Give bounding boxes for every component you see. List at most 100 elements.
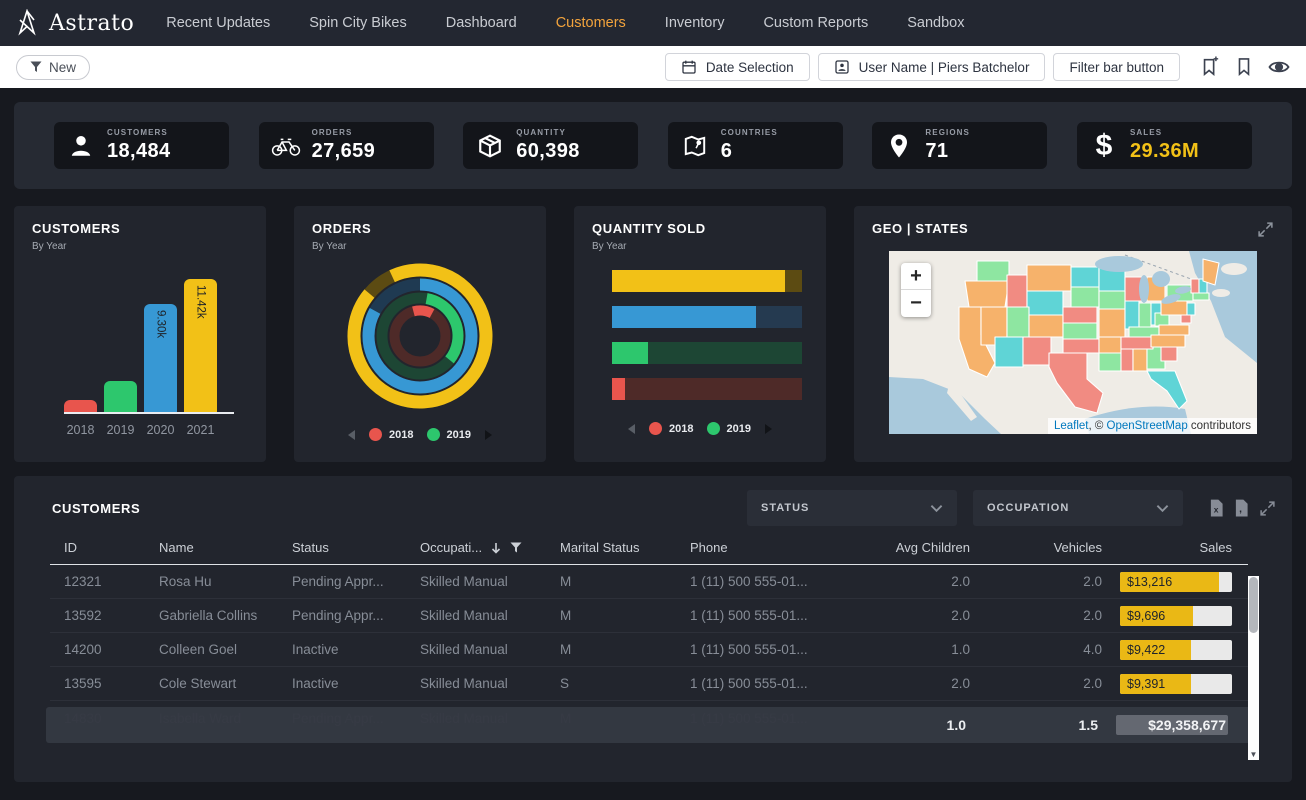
geo-states-panel: GEO | STATES + −: [854, 206, 1292, 462]
table-row[interactable]: 14200 Colleen Goel Inactive Skilled Manu…: [50, 633, 1248, 667]
legend-dot: [427, 428, 440, 441]
brand[interactable]: Astrato: [14, 9, 134, 37]
hbar-2018[interactable]: [612, 378, 802, 400]
hbar-2019[interactable]: [612, 342, 802, 364]
kpi-value: 6: [721, 140, 778, 163]
kpi-sales[interactable]: $ SALES 29.36M: [1077, 122, 1252, 169]
filter-bar-button[interactable]: Filter bar button: [1053, 53, 1180, 81]
us-states-map: [889, 251, 1257, 434]
x-axis-label: 2019: [104, 423, 137, 437]
legend-dot: [649, 422, 662, 435]
excel-export-icon[interactable]: x: [1209, 499, 1224, 517]
sort-desc-icon[interactable]: [491, 542, 501, 554]
totals-row: 1.0 1.5 $29,358,677: [46, 707, 1254, 743]
kpi-quantity[interactable]: QUANTITY 60,398: [463, 122, 638, 169]
bookmark-icon[interactable]: [1235, 56, 1253, 78]
chart-title: CUSTOMERS: [32, 221, 248, 236]
bar-2018[interactable]: [64, 400, 97, 412]
leaflet-link[interactable]: Leaflet: [1054, 420, 1089, 432]
scrollbar-thumb[interactable]: [1249, 577, 1258, 633]
column-filter-icon[interactable]: [510, 542, 522, 553]
occupation-filter-dropdown[interactable]: OCCUPATION: [973, 490, 1183, 526]
legend-item-2018[interactable]: 2018: [369, 428, 413, 441]
total-vehicles: 1.5: [972, 717, 1104, 733]
date-selection-button[interactable]: Date Selection: [665, 53, 810, 81]
bookmark-add-icon[interactable]: [1200, 56, 1220, 78]
leaflet-map[interactable]: + −: [889, 251, 1257, 434]
astrato-logo-icon: [14, 9, 40, 37]
legend-next-arrow[interactable]: [484, 429, 493, 441]
table-row[interactable]: 12321 Rosa Hu Pending Appr... Skilled Ma…: [50, 565, 1248, 599]
osm-link[interactable]: OpenStreetMap: [1107, 420, 1188, 432]
kpi-orders[interactable]: ORDERS 27,659: [259, 122, 434, 169]
table-row[interactable]: 13592 Gabriella Collins Pending Appr... …: [50, 599, 1248, 633]
nav-item-recent-updates[interactable]: Recent Updates: [166, 15, 270, 31]
kpi-value: 18,484: [107, 140, 171, 163]
quantity-legend: 2018 2019: [592, 422, 808, 435]
zoom-in-button[interactable]: +: [901, 263, 931, 290]
hbar-2020[interactable]: [612, 306, 802, 328]
col-marital[interactable]: Marital Status: [546, 526, 676, 564]
table-title: CUSTOMERS: [52, 501, 140, 516]
x-axis-label: 2020: [144, 423, 177, 437]
dollar-icon: $: [1089, 131, 1119, 161]
kpi-value: 71: [925, 140, 970, 163]
col-occupation[interactable]: Occupati...: [406, 526, 546, 564]
map-zoom-control: + −: [901, 263, 931, 317]
legend-prev-arrow[interactable]: [347, 429, 356, 441]
chevron-down-icon: [930, 504, 943, 513]
bar-2020[interactable]: 9.30k: [144, 304, 177, 412]
sales-bar: $13,216: [1120, 572, 1232, 592]
table-row[interactable]: 13595 Cole Stewart Inactive Skilled Manu…: [50, 667, 1248, 701]
col-sales[interactable]: Sales: [1108, 526, 1248, 564]
legend-dot: [707, 422, 720, 435]
donut-ring-2019: [376, 292, 464, 380]
filter-toolbar: New Date Selection User Name | Piers Bat…: [0, 46, 1306, 88]
zoom-out-button[interactable]: −: [901, 290, 931, 317]
hbar-2021[interactable]: [612, 270, 802, 292]
chart-title: ORDERS: [312, 221, 528, 236]
col-phone[interactable]: Phone: [676, 526, 848, 564]
nav-item-inventory[interactable]: Inventory: [665, 15, 725, 31]
kpi-countries[interactable]: COUNTRIES 6: [668, 122, 843, 169]
legend-next-arrow[interactable]: [764, 423, 773, 435]
bar-value-label: 9.30k: [155, 310, 167, 338]
nav-item-spin-city-bikes[interactable]: Spin City Bikes: [309, 15, 407, 31]
bar-2021[interactable]: 11.42k: [184, 279, 217, 412]
eye-icon[interactable]: [1268, 58, 1290, 76]
user-name-button[interactable]: User Name | Piers Batchelor: [818, 53, 1046, 81]
kpi-value: 27,659: [312, 140, 376, 163]
nav-item-sandbox[interactable]: Sandbox: [907, 15, 964, 31]
col-avg-children[interactable]: Avg Children: [848, 526, 976, 564]
col-name[interactable]: Name: [145, 526, 278, 564]
legend-item-2019[interactable]: 2019: [707, 422, 751, 435]
pin-icon: [884, 132, 914, 160]
new-filter-pill[interactable]: New: [16, 55, 90, 80]
customers-table-panel: CUSTOMERS STATUS OCCUPATION x: [14, 476, 1292, 782]
col-id[interactable]: ID: [50, 526, 145, 564]
table-scrollbar[interactable]: ▼: [1248, 576, 1259, 760]
csv-export-icon[interactable]: ,: [1234, 499, 1249, 517]
kpi-label: ORDERS: [312, 128, 376, 137]
scrollbar-down-arrow[interactable]: ▼: [1248, 750, 1259, 759]
nav-item-dashboard[interactable]: Dashboard: [446, 15, 517, 31]
col-vehicles[interactable]: Vehicles: [976, 526, 1108, 564]
kpi-regions[interactable]: REGIONS 71: [872, 122, 1047, 169]
sales-bar: $9,391: [1120, 674, 1232, 694]
x-axis-label: 2018: [64, 423, 97, 437]
legend-prev-arrow[interactable]: [627, 423, 636, 435]
legend-item-2019[interactable]: 2019: [427, 428, 471, 441]
legend-item-2018[interactable]: 2018: [649, 422, 693, 435]
kpi-customers[interactable]: CUSTOMERS 18,484: [54, 122, 229, 169]
svg-text:x: x: [1214, 505, 1219, 515]
nav-item-custom-reports[interactable]: Custom Reports: [763, 15, 868, 31]
bar-2019[interactable]: [104, 381, 137, 412]
legend-dot: [369, 428, 382, 441]
col-status[interactable]: Status: [278, 526, 406, 564]
chart-subtitle: By Year: [312, 241, 528, 252]
kpi-label: QUANTITY: [516, 128, 580, 137]
expand-table-icon[interactable]: [1259, 500, 1276, 517]
nav-item-customers[interactable]: Customers: [556, 15, 626, 31]
status-filter-dropdown[interactable]: STATUS: [747, 490, 957, 526]
expand-icon[interactable]: [1257, 221, 1274, 238]
